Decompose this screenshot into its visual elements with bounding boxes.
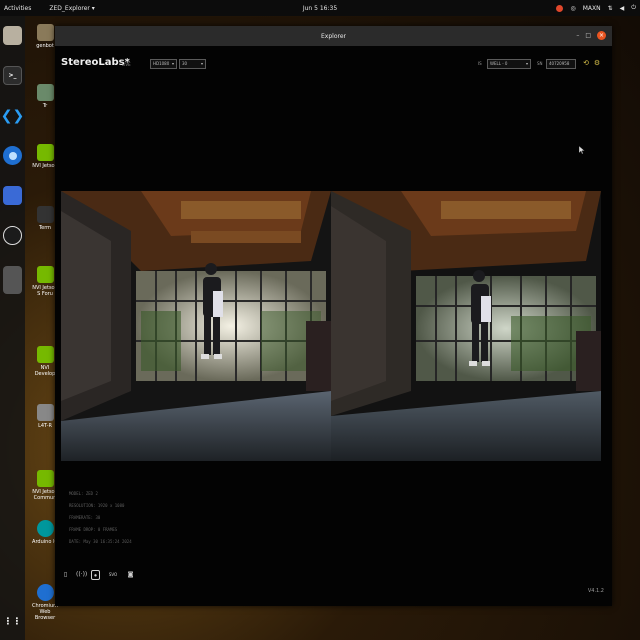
stereo-video-view[interactable]	[61, 191, 601, 461]
info-framerate: FRAMERATE: 30	[69, 515, 101, 520]
info-date: DATE: May 30 16:35:24 2024	[69, 539, 132, 544]
close-icon[interactable]: ×	[597, 31, 606, 40]
settings-icon[interactable]: ⚙	[593, 59, 601, 68]
right-camera-view	[331, 191, 601, 461]
nvidia-icon	[36, 470, 54, 487]
arduino-icon	[36, 520, 54, 537]
desktop-icon-label: NVI Jetson Commun	[32, 489, 58, 501]
camera-info-panel: MODEL: ZED 2 RESOLUTION: 1920 x 1080 FRA…	[69, 488, 132, 548]
serial-field[interactable]: 40720958	[546, 59, 576, 69]
power-icon: ⏻	[631, 4, 636, 11]
brand-logo: StereoLabs*	[61, 57, 130, 68]
network-icon: ⇅	[607, 4, 613, 12]
desktop: Activities ZED_Explorer ▾ Jun 5 16:35 ◎ …	[0, 0, 640, 640]
left-camera-view	[61, 191, 331, 461]
obs-icon[interactable]	[3, 226, 22, 245]
sn-label: SN	[537, 61, 543, 66]
stream-icon[interactable]: ((·))	[76, 570, 87, 580]
resolution-select[interactable]: HD1080 ▾	[150, 59, 177, 69]
show-apps-icon[interactable]: ⋮⋮	[3, 612, 22, 631]
info-model: MODEL: ZED 2	[69, 491, 98, 496]
window-app-icon[interactable]	[3, 186, 22, 205]
info-frame-drop: FRAME DROP: 0 FRAMES	[69, 527, 118, 532]
chevron-down-icon: ▾	[525, 61, 528, 66]
volume-icon: ◀	[619, 4, 625, 12]
document-icon	[36, 404, 54, 421]
clock[interactable]: Jun 5 16:35	[303, 5, 337, 12]
desktop-icon-label: Tr	[42, 103, 48, 109]
is-label: IS	[478, 61, 482, 66]
desktop-icon-label: Term	[38, 225, 52, 231]
info-resolution: RESOLUTION: 1920 x 1080	[69, 503, 125, 508]
home-folder-icon	[36, 24, 54, 41]
nvidia-icon	[36, 346, 54, 363]
refresh-icon[interactable]: ⟲	[582, 59, 590, 68]
record-icon[interactable]	[556, 4, 564, 12]
power-mode-label[interactable]: MAXN	[583, 5, 601, 12]
app-menu[interactable]: ZED_Explorer ▾	[49, 5, 94, 12]
mode-value: WELL - 0	[490, 61, 508, 66]
dock: >_ ❮❯ ⋮⋮	[0, 16, 25, 640]
toolbar: StereoLabs* LIVE HD1080 ▾ 30 ▾ IS WELL -…	[55, 46, 612, 76]
bottom-toolbar: ▯ ((·)) ⏺ SVO ◙	[61, 570, 135, 580]
version-label: V4.1.2	[587, 588, 604, 594]
svo-icon[interactable]: SVO	[106, 570, 120, 580]
minimize-icon[interactable]: –	[576, 32, 579, 39]
desktop-icon-label: L4T-R	[38, 423, 52, 429]
system-tray[interactable]: ◎ MAXN ⇅ ◀ ⏻	[556, 0, 636, 16]
file-icon[interactable]: ▯	[61, 570, 70, 580]
resolution-value: HD1080	[153, 61, 170, 66]
live-indicator: LIVE	[122, 62, 131, 67]
files-icon[interactable]	[3, 26, 22, 45]
desktop-icon-label: NVI Jetson S Foru	[32, 285, 58, 297]
record-button-icon[interactable]: ⏺	[91, 570, 100, 580]
nvidia-icon	[36, 144, 54, 161]
top-bar: Activities ZED_Explorer ▾ Jun 5 16:35 ◎ …	[0, 0, 640, 16]
desktop-icon-label: genbot	[36, 43, 54, 49]
zed-explorer-window: Explorer – □ × StereoLabs* LIVE HD1080 ▾…	[55, 26, 612, 606]
fps-value: 30	[182, 61, 188, 66]
chromium-icon	[36, 584, 54, 601]
terminal-icon[interactable]: >_	[3, 66, 22, 85]
serial-value: 40720958	[549, 61, 570, 66]
vscode-icon[interactable]: ❮❯	[1, 106, 24, 125]
fps-select[interactable]: 30 ▾	[179, 59, 206, 69]
chevron-down-icon: ▾	[171, 61, 174, 66]
activities-button[interactable]: Activities	[4, 5, 31, 12]
camera-icon[interactable]: ◙	[126, 570, 135, 580]
desktop-icon-label: NVI Jetson	[32, 163, 58, 169]
maximize-icon[interactable]: □	[585, 32, 591, 39]
chevron-down-icon: ▾	[200, 61, 203, 66]
nvidia-icon	[36, 266, 54, 283]
nvidia-icon[interactable]: ◎	[570, 5, 575, 12]
trash-icon	[36, 84, 54, 101]
zed-explorer-dock-icon[interactable]	[3, 266, 22, 294]
chromium-icon[interactable]	[3, 146, 22, 165]
mode-select[interactable]: WELL - 0 ▾	[487, 59, 531, 69]
window-titlebar[interactable]: Explorer – □ ×	[55, 26, 612, 46]
terminal-icon	[36, 206, 54, 223]
mouse-cursor-icon	[579, 146, 585, 154]
window-title: Explorer	[321, 32, 346, 40]
desktop-icon-label: NVI Develop	[34, 365, 56, 377]
